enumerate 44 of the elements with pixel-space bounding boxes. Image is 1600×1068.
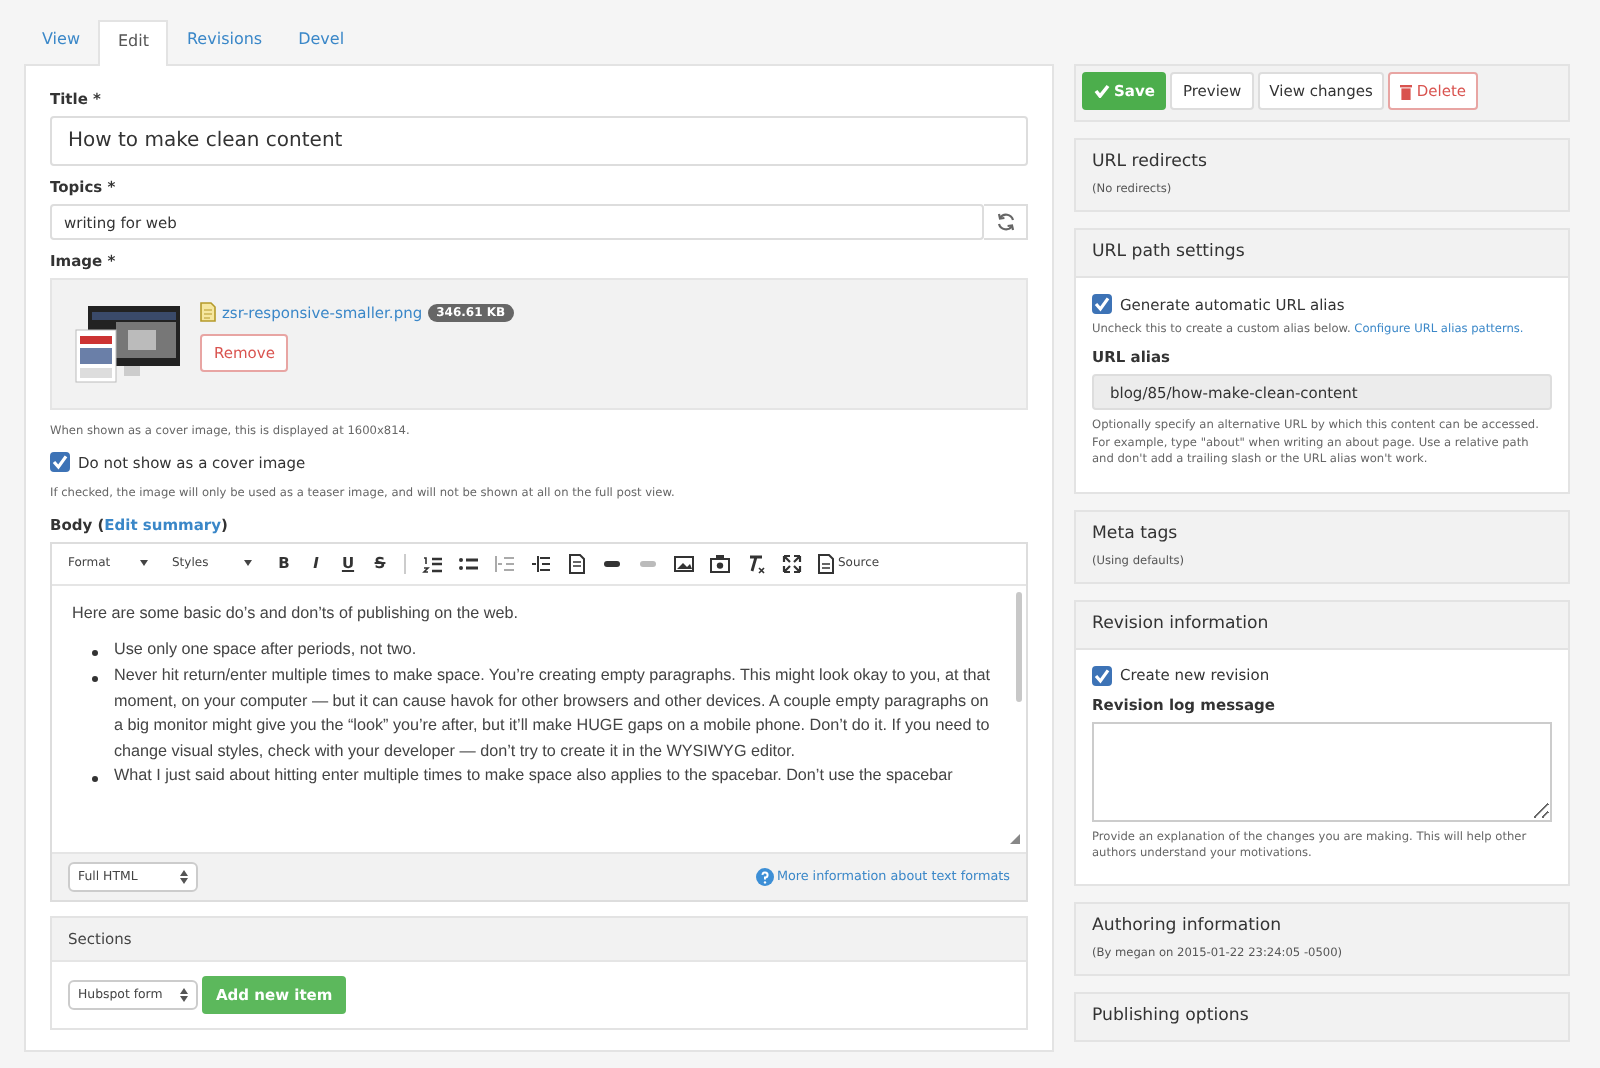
image-icon [674,553,694,574]
caret-icon [140,560,148,567]
help-icon [756,867,775,886]
checkbox[interactable] [1092,665,1112,686]
panel-title[interactable]: Publishing options [1092,1006,1249,1027]
title-field[interactable]: How to make clean content [50,116,1028,166]
media-icon [710,553,730,574]
refresh-button[interactable] [984,204,1028,240]
body-paragraph: Here are some basic do’s and don’ts of publishing on the web. [72,601,521,626]
bullet-icon [92,776,98,783]
bullet-icon [92,650,98,657]
checkbox[interactable] [50,452,70,473]
checkbox[interactable] [1092,294,1112,314]
checkmark-icon [1094,84,1110,98]
tab[interactable]: Edit [97,20,169,66]
clear-format-icon [746,553,766,574]
scrollbar[interactable] [1016,591,1022,702]
list-item-text: What I just said about hitting enter multiple times to make space also applies to the spacebar. Don’t use the spacebar [114,764,953,789]
caret-icon [244,560,252,567]
fullscreen-icon [782,553,802,574]
list-item-text: Never hit return/enter multiple times to make space. You’re creating empty paragraphs. This might look okay to you, at that moment, on your computer — but it can cause havok for other browsers and other devices. A couple empty paragraphs on a big monitor might give you the “look” you’re after, but it’ll make HUGE gaps on a mobile phone. Don’t do it. If you need to change visual styles, check with your developer — don’t try to create it in the WYSIWYG editor. [114,663,993,764]
document-icon [566,553,586,574]
bullet-list-icon [458,553,478,574]
refresh-icon [995,212,1015,232]
tab[interactable]: Devel [280,20,363,64]
panel-title[interactable]: URL redirects [1092,152,1207,172]
numbered-list-icon [422,553,442,574]
panel-title[interactable]: Revision information [1092,613,1269,634]
indent-icon [530,553,550,574]
list-item-text: Use only one space after periods, not two. [114,638,417,663]
bullet-icon [92,675,98,682]
tab[interactable]: Revisions [168,20,281,64]
file-icon [200,302,216,322]
panel-title[interactable]: Meta tags [1092,523,1178,544]
revision-log-field[interactable] [1092,721,1552,822]
document-icon [818,553,834,574]
resize-handle-icon [1010,833,1020,844]
select-arrows-icon [180,869,188,884]
panel-title[interactable]: URL path settings [1092,242,1245,262]
panel-title[interactable]: Authoring information [1092,916,1282,937]
outdent-icon [494,553,514,574]
trash-icon [1400,83,1413,99]
tab[interactable]: View [24,20,98,64]
select-arrows-icon [180,987,188,1002]
